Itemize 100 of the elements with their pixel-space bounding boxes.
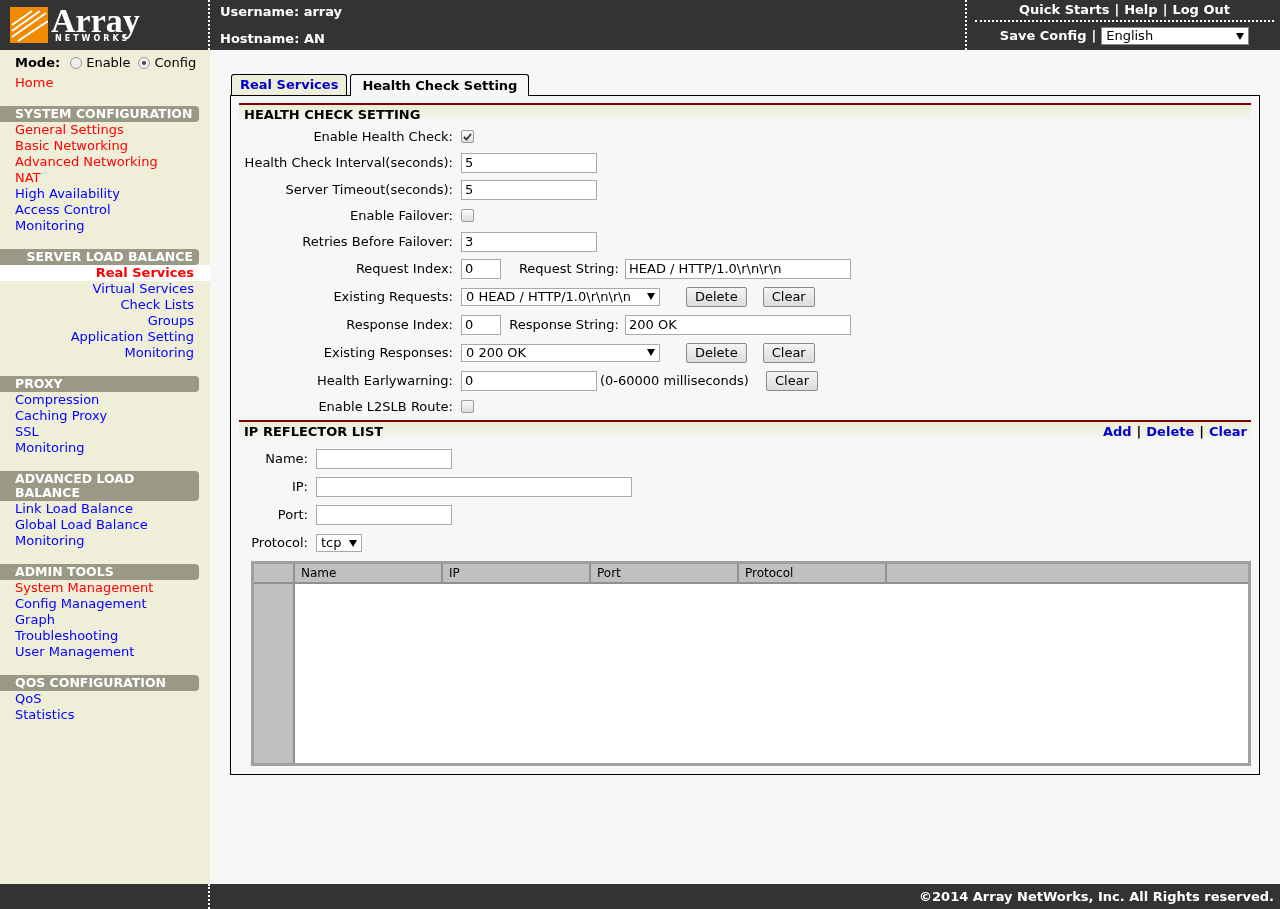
save-config-link[interactable]: Save Config <box>999 26 1087 46</box>
input-field[interactable]: 0 <box>461 314 501 335</box>
action-button[interactable]: Clear <box>762 286 815 307</box>
action-link[interactable]: Add <box>1102 421 1132 442</box>
column-header[interactable]: Port <box>594 564 739 582</box>
dropdown[interactable]: 0 200 OK <box>461 343 660 362</box>
dropdown-arrow-icon <box>1236 32 1245 40</box>
action-button[interactable]: Clear <box>766 370 818 391</box>
nav-link[interactable]: User Management <box>0 644 210 660</box>
field-label: Retries Before Failover: <box>301 232 454 251</box>
nav-link[interactable]: Application Setting <box>0 329 210 345</box>
checkbox[interactable] <box>461 130 474 143</box>
field-label: Protocol: <box>250 534 309 553</box>
section-header: SYSTEM CONFIGURATION <box>0 106 199 122</box>
dropdown[interactable]: tcp <box>316 534 362 552</box>
nav-link[interactable]: Compression <box>0 392 210 408</box>
field-label: Health Check Interval(seconds): <box>243 153 454 172</box>
action-link[interactable]: Delete <box>1146 421 1195 442</box>
nav-link[interactable]: Real Services <box>0 265 210 281</box>
nav-link[interactable]: QoS <box>0 691 210 707</box>
dropdown-arrow-icon <box>647 293 655 300</box>
radio-button[interactable] <box>138 57 151 69</box>
section-title: IP REFLECTOR LIST <box>244 422 384 441</box>
field-label: Name: <box>264 450 309 469</box>
section-header: QOS CONFIGURATION <box>0 675 199 691</box>
copyright-text: ©2014 Array NetWorks, Inc. All Rights reserved. <box>918 887 1275 906</box>
nav-link[interactable]: Caching Proxy <box>0 408 210 424</box>
tab[interactable]: Real Services <box>231 74 348 95</box>
header-link[interactable]: Quick Starts <box>1019 0 1110 20</box>
input-field[interactable]: HEAD / HTTP/1.0\r\n\r\n <box>625 258 851 279</box>
dropdown-arrow-icon <box>349 539 357 547</box>
column-header[interactable]: Protocol <box>742 564 887 582</box>
action-link[interactable]: Clear <box>1209 421 1247 442</box>
radio-label: Config <box>154 54 197 73</box>
field-label: Enable L2SLB Route: <box>317 397 454 416</box>
input-field[interactable] <box>316 505 452 525</box>
checkbox[interactable] <box>461 209 474 222</box>
nav-link[interactable]: SSL <box>0 424 210 440</box>
nav-link[interactable]: Statistics <box>0 707 210 723</box>
input-field[interactable] <box>316 449 452 469</box>
section-header: HEALTH CHECK SETTING <box>239 103 1251 124</box>
field-label: Enable Failover: <box>348 206 454 225</box>
field-label: Existing Requests: <box>332 287 454 306</box>
field-label: Request String: <box>517 259 620 278</box>
hint-text: (0-60000 milliseconds) <box>600 371 750 390</box>
checkbox[interactable] <box>461 400 474 413</box>
nav-link[interactable]: Graph <box>0 612 210 628</box>
separator-text: | <box>1091 27 1097 46</box>
field-label: Server Timeout(seconds): <box>284 180 454 199</box>
nav-link[interactable]: Link Load Balance <box>0 501 210 517</box>
nav-link[interactable]: High Availability <box>0 186 210 202</box>
separator-text: | <box>1114 1 1120 20</box>
radio-button[interactable] <box>70 57 83 69</box>
header-link[interactable]: Help <box>1124 0 1158 20</box>
field-label: Health Earlywarning: <box>315 371 454 390</box>
nav-link[interactable]: Config Management <box>0 596 210 612</box>
dropdown-arrow-icon <box>647 349 655 356</box>
nav-link[interactable]: Groups <box>0 313 210 329</box>
input-field[interactable]: 0 <box>461 370 597 391</box>
field-label: IP: <box>290 478 309 497</box>
field-label: Port: <box>276 506 309 525</box>
logo-icon <box>10 7 48 43</box>
input-field[interactable]: 5 <box>461 152 597 173</box>
separator-text: | <box>1162 1 1168 20</box>
input-field[interactable]: 200 OK <box>625 314 851 335</box>
username-text: Username: array <box>220 2 344 21</box>
input-field[interactable]: 5 <box>461 179 597 200</box>
mode-label: Mode: <box>15 54 61 73</box>
radio-label: Enable <box>86 54 131 73</box>
section-header: ADMIN TOOLS <box>0 564 199 580</box>
section-header: ADVANCED LOAD BALANCE <box>0 471 199 501</box>
nav-link[interactable]: Check Lists <box>0 297 210 313</box>
action-button[interactable]: Delete <box>686 342 747 363</box>
input-field[interactable]: 0 <box>461 258 501 279</box>
field-label: Response Index: <box>345 315 454 334</box>
hostname-text: Hostname: AN <box>220 30 326 48</box>
nav-link[interactable]: Troubleshooting <box>0 628 210 644</box>
column-header[interactable]: IP <box>446 564 591 582</box>
action-button[interactable]: Clear <box>762 342 815 363</box>
nav-link[interactable]: Virtual Services <box>0 281 210 297</box>
field-label: Existing Responses: <box>322 343 454 362</box>
separator-text: | <box>1136 422 1142 441</box>
nav-link[interactable]: Monitoring <box>0 533 210 549</box>
nav-link[interactable]: Global Load Balance <box>0 517 210 533</box>
section-header: PROXY <box>0 376 199 392</box>
input-field[interactable] <box>316 477 632 497</box>
tab[interactable]: Health Check Setting <box>350 74 530 96</box>
input-field[interactable]: 3 <box>461 231 597 252</box>
separator-text: | <box>1199 422 1204 441</box>
field-label: Response String: <box>508 315 620 334</box>
nav-link[interactable]: Access Control <box>0 202 210 218</box>
action-button[interactable]: Delete <box>686 286 747 307</box>
section-header: SERVER LOAD BALANCE <box>0 249 199 265</box>
nav-link[interactable]: Monitoring <box>0 345 210 361</box>
header-link[interactable]: Log Out <box>1172 0 1230 20</box>
nav-link[interactable]: Monitoring <box>0 440 210 456</box>
nav-link[interactable]: Monitoring <box>0 218 210 234</box>
dropdown[interactable]: 0 HEAD / HTTP/1.0\r\n\r\n <box>461 287 660 306</box>
column-header[interactable]: Name <box>298 564 443 582</box>
language-select[interactable]: English <box>1101 27 1250 45</box>
